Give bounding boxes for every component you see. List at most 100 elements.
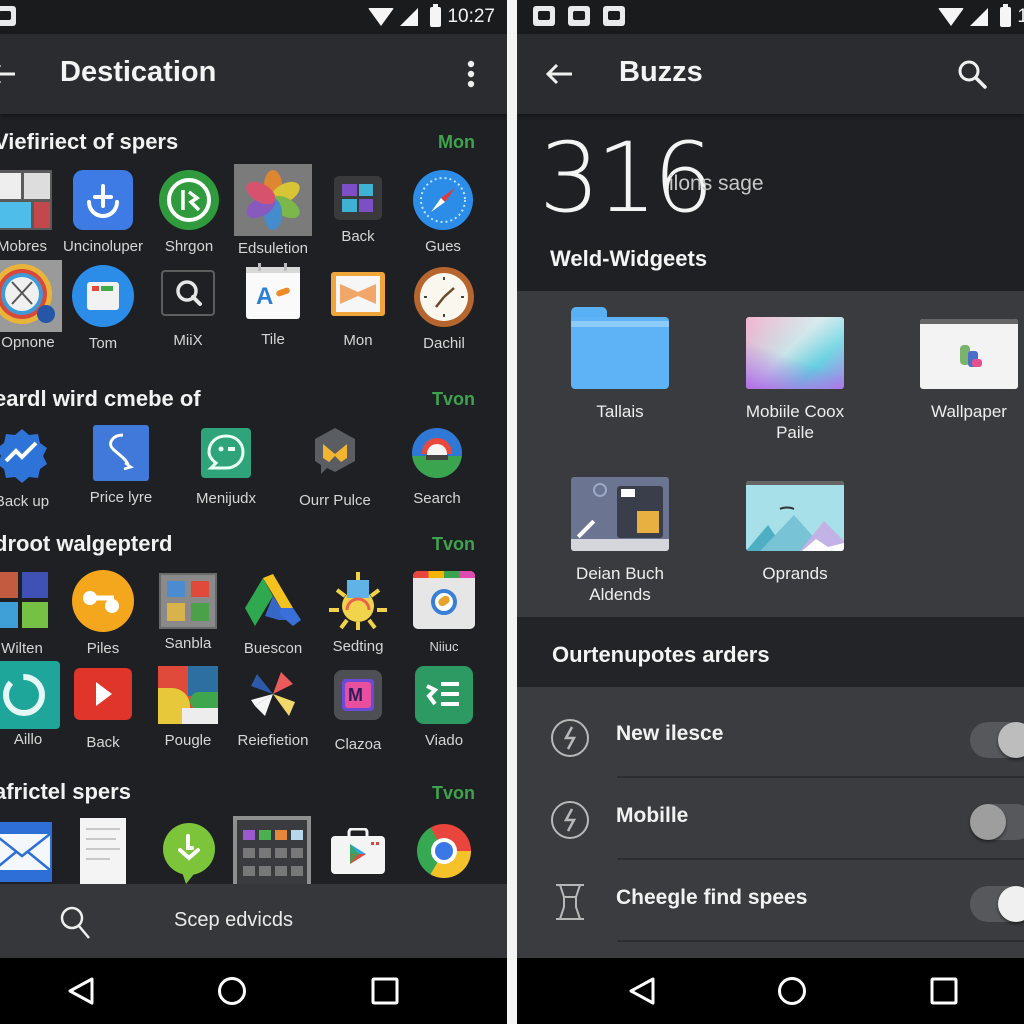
back-arrow-icon	[0, 65, 15, 83]
app-niiuc[interactable]: Niiuc	[394, 571, 494, 654]
back-triangle-icon[interactable]	[66, 976, 96, 1006]
app-label: Dachil	[423, 335, 465, 352]
option-row-mobille[interactable]: Mobille	[517, 778, 1024, 860]
app-mon[interactable]: Mon	[308, 272, 408, 349]
app-bar: Destication	[0, 34, 507, 114]
magnifier-icon	[161, 270, 215, 316]
widget-label: Tallais	[596, 402, 644, 421]
options-header: Ourtenupotes arders	[517, 617, 1024, 687]
list-app-icon	[415, 666, 473, 724]
overflow-menu-button[interactable]	[451, 54, 491, 94]
widget-label: Mobiile Coox Paile	[745, 402, 845, 442]
status-bar: 10:27	[0, 0, 507, 34]
section-title: eardl wird cmebe of	[0, 386, 201, 411]
app-play-store[interactable]	[308, 827, 408, 874]
hourglass-icon	[556, 884, 584, 920]
mountain-preview-icon	[746, 481, 844, 551]
option-toggle[interactable]	[970, 722, 1024, 758]
navigation-bar	[0, 958, 507, 1024]
wifi-icon	[368, 8, 395, 26]
back-triangle-icon[interactable]	[627, 976, 657, 1006]
app-grid-screenshot-icon	[233, 816, 311, 884]
chat-face-icon	[201, 428, 251, 478]
widget-label: Deian Buch Aldends	[576, 564, 664, 604]
option-label: Mobille	[616, 804, 689, 827]
section-more-link[interactable]: Tvon	[432, 534, 475, 555]
widget-wallpaper[interactable]: Wallpaper	[894, 319, 1024, 422]
options-list: New ilesce Mobille Cheegle find spees	[517, 687, 1024, 958]
app-back-up[interactable]: Back up	[0, 425, 72, 510]
app-chrome[interactable]	[394, 824, 494, 878]
app-grid-screenshot[interactable]	[222, 816, 322, 884]
play-store-icon	[331, 827, 385, 874]
compass-icon	[413, 170, 473, 230]
gradient-wallpaper-icon	[746, 317, 844, 389]
app-clazoa[interactable]: M Clazoa	[308, 670, 408, 753]
divider	[617, 940, 1024, 942]
widget-oprands[interactable]: Oprands	[720, 481, 870, 584]
option-row-new-ilesce[interactable]: New ilesce	[517, 696, 1024, 778]
app-search[interactable]: Search	[387, 428, 487, 507]
section-more-link[interactable]: Tvon	[432, 389, 475, 410]
widget-deian-buch-aldends[interactable]: Deian Buch Aldends	[545, 477, 695, 605]
app-uncinoluper[interactable]: Uncinoluper	[53, 170, 153, 255]
option-toggle[interactable]	[970, 804, 1024, 840]
left-screen: 10:27 Destication Viefiriect of spers Mo…	[0, 0, 507, 1024]
app-label: Back up	[0, 493, 50, 510]
google-search-icon	[412, 428, 462, 478]
app-ourr-pulce[interactable]: Ourr Pulce	[285, 426, 385, 509]
clock-icon	[414, 267, 474, 327]
bolt-circle-icon	[551, 801, 589, 839]
recents-square-icon[interactable]	[370, 976, 400, 1006]
option-row-cheegle-find-spees[interactable]: Cheegle find spees	[517, 860, 1024, 942]
section-more-link[interactable]: Mon	[438, 132, 475, 153]
back-button[interactable]	[0, 54, 22, 94]
back-button[interactable]	[539, 54, 579, 94]
app-document[interactable]	[53, 818, 153, 884]
app-label: Search	[413, 490, 461, 507]
app-price-lyre[interactable]: Price lyre	[71, 425, 171, 506]
wallpaper-preview-icon	[920, 319, 1018, 389]
toolbox-icon	[72, 265, 134, 327]
app-label: Clazoa	[334, 736, 382, 753]
right-screen: 1 Buzzs 316 ilons sage Weld-Widgeets Tal…	[517, 0, 1024, 1024]
section-more-link[interactable]: Tvon	[432, 783, 475, 804]
orange-share-icon	[72, 570, 134, 632]
ribbon-icon	[331, 272, 385, 316]
section-title: Viefiriect of spers	[0, 129, 179, 154]
home-circle-icon[interactable]	[217, 976, 247, 1006]
app-gues[interactable]: Gues	[393, 170, 493, 255]
sun-gear-icon	[327, 570, 389, 632]
status-time: 10:27	[447, 6, 495, 27]
app-label: Mon	[343, 332, 373, 349]
app-notification-icon	[0, 6, 16, 26]
app-label: Uncinoluper	[62, 238, 144, 255]
robot-icon	[533, 6, 555, 26]
app-label: Ourr Pulce	[299, 492, 371, 509]
color-blocks-icon	[158, 666, 218, 724]
bottom-search-bar[interactable]: Scep edvicds	[0, 884, 507, 958]
battery-icon	[430, 4, 442, 27]
app-label: Niiuc	[429, 639, 459, 654]
tiles-icon	[0, 572, 52, 632]
signal-icon	[400, 8, 419, 26]
app-menijudx[interactable]: Menijudx	[176, 428, 276, 507]
widget-tallais[interactable]: Tallais	[545, 307, 695, 422]
cube-m-icon: M	[334, 670, 382, 720]
option-toggle[interactable]	[970, 886, 1024, 922]
search-button[interactable]	[952, 54, 992, 94]
launcher-preview-icon	[571, 477, 669, 551]
app-bar: Buzzs	[517, 34, 1024, 114]
pinwheel-icon	[243, 666, 303, 724]
photos-pinwheel-icon	[234, 164, 312, 236]
app-sedting[interactable]: Sedting	[308, 570, 408, 655]
gallery-grid-icon	[159, 573, 217, 629]
page-title: Buzzs	[619, 56, 703, 88]
widget-mobile-coox-paile[interactable]: Mobiile Coox Paile	[720, 317, 870, 443]
app-dachil[interactable]: Dachil	[394, 267, 494, 352]
recents-square-icon[interactable]	[929, 976, 959, 1006]
page-title: Destication	[60, 56, 217, 88]
app-viado[interactable]: Viado	[394, 666, 494, 749]
home-circle-icon[interactable]	[777, 976, 807, 1006]
section-title: africtel spers	[0, 779, 131, 804]
